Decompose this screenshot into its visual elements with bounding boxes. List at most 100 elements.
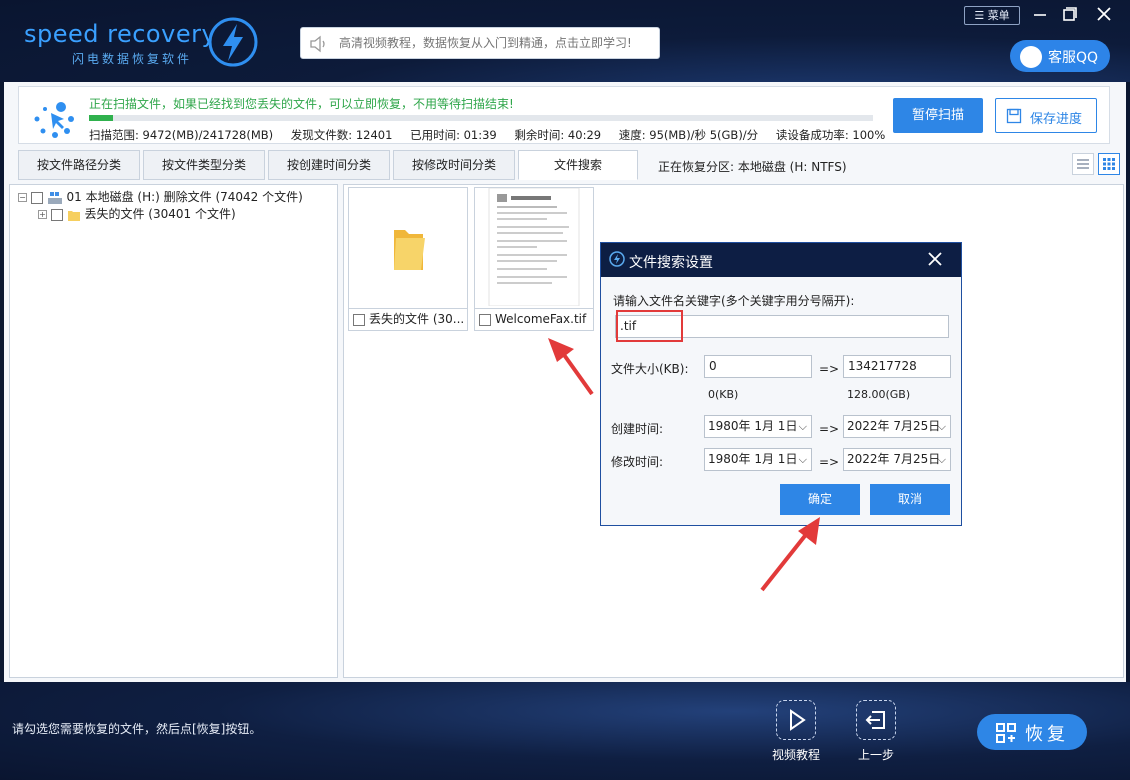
created-from-value: 1980年 1月 1日 <box>708 419 798 433</box>
recover-button[interactable]: 恢复 <box>977 714 1087 750</box>
tutorial-search-input[interactable] <box>339 33 654 53</box>
modified-arrow: => <box>819 455 840 469</box>
maximize-icon[interactable] <box>1060 4 1080 24</box>
list-view-icon[interactable] <box>1072 153 1094 175</box>
file-thumb-lost-folder[interactable]: 丢失的文件 (30... <box>348 187 468 331</box>
document-thumbnail <box>475 187 593 307</box>
footer-tip: 请勾选您需要恢复的文件，然后点[恢复]按钮。 <box>12 722 262 736</box>
dialog-title: 文件搜索设置 <box>629 255 713 271</box>
modified-to-select[interactable]: 2022年 7月25日 ⌵ <box>843 448 951 471</box>
created-arrow: => <box>819 422 840 436</box>
save-progress-button[interactable]: 保存进度 <box>995 98 1097 133</box>
menu-icon: ☰ <box>974 9 985 22</box>
tree-child-checkbox[interactable] <box>50 208 63 221</box>
app-logo: speed recovery 闪电数据恢复软件 <box>22 16 267 72</box>
scan-progress-bar <box>89 115 873 121</box>
size-min-input[interactable]: 0 <box>704 355 812 378</box>
file-name: 丢失的文件 (30... <box>369 312 465 326</box>
read-success-rate: 读设备成功率: 100% <box>775 128 886 142</box>
previous-step-label: 上一步 <box>857 748 894 762</box>
expand-icon[interactable]: + <box>38 210 47 219</box>
video-tutorial-button[interactable]: 视频教程 <box>766 700 826 763</box>
created-to-value: 2022年 7月25日 <box>847 419 941 433</box>
logo-text: speed recovery <box>24 20 217 48</box>
tree-child-label: 丢失的文件 (30401 个文件) <box>84 207 236 221</box>
chevron-down-icon: ⌵ <box>798 453 807 466</box>
play-icon <box>776 700 816 740</box>
qq-icon <box>1020 46 1042 68</box>
speaker-icon <box>310 35 325 53</box>
scan-stats: 扫描范围: 9472(MB)/241728(MB) 发现文件数: 12401 已… <box>89 127 899 143</box>
app-small-logo-icon <box>609 251 625 267</box>
dialog-close-icon[interactable] <box>927 251 943 267</box>
pause-scan-button[interactable]: 暂停扫描 <box>893 98 983 133</box>
tab-file-search[interactable]: 文件搜索 <box>518 150 638 180</box>
grid-view-icon[interactable] <box>1098 153 1120 175</box>
lightning-icon <box>208 17 258 67</box>
folder-thumbnail <box>349 188 467 306</box>
chevron-down-icon: ⌵ <box>937 453 946 466</box>
partition-info: 正在恢复分区: 本地磁盘 (H: NTFS) <box>658 160 847 174</box>
recover-grid-icon <box>996 723 1016 743</box>
size-min-unit: 0(KB) <box>708 388 739 401</box>
save-progress-label: 保存进度 <box>1030 112 1083 127</box>
scan-status-message: 正在扫描文件，如果已经找到您丢失的文件，可以立即恢复，不用等待扫描结束! <box>89 97 514 111</box>
folder-tree: − 01 本地磁盘 (H:) 删除文件 (74042 个文件) + 丢失的文件 … <box>9 184 338 678</box>
size-arrow: => <box>819 362 840 376</box>
file-checkbox[interactable] <box>353 313 365 326</box>
save-icon <box>1006 108 1022 124</box>
minimize-icon[interactable] <box>1030 4 1050 24</box>
modified-from-select[interactable]: 1980年 1月 1日 ⌵ <box>704 448 812 471</box>
tree-root-label: 01 本地磁盘 (H:) 删除文件 (74042 个文件) <box>66 190 303 204</box>
tree-root-checkbox[interactable] <box>30 191 43 204</box>
ok-button[interactable]: 确定 <box>780 484 860 515</box>
created-from-select[interactable]: 1980年 1月 1日 ⌵ <box>704 415 812 438</box>
size-label: 文件大小(KB): <box>611 362 689 376</box>
file-thumb-welcomefax[interactable]: WelcomeFax.tif <box>474 187 594 331</box>
created-to-select[interactable]: 2022年 7月25日 ⌵ <box>843 415 951 438</box>
file-name: WelcomeFax.tif <box>495 312 587 326</box>
size-max-unit: 128.00(GB) <box>847 388 911 401</box>
file-caption: WelcomeFax.tif <box>475 308 593 330</box>
close-icon[interactable] <box>1094 4 1114 24</box>
back-icon <box>856 700 896 740</box>
tab-by-modified-time[interactable]: 按修改时间分类 <box>393 150 515 180</box>
previous-step-button[interactable]: 上一步 <box>846 700 906 763</box>
menu-label: 菜单 <box>987 9 1010 22</box>
logo-subtitle: 闪电数据恢复软件 <box>72 52 193 66</box>
qq-label: 客服QQ <box>1048 50 1099 66</box>
elapsed-time: 已用时间: 01:39 <box>410 128 497 142</box>
fax-document-preview <box>488 187 580 307</box>
folder-icon <box>67 210 80 221</box>
scan-speed: 速度: 95(MB)/秒 5(GB)/分 <box>618 128 759 142</box>
scan-progress-fill <box>89 115 113 121</box>
large-folder-icon <box>394 230 425 270</box>
app-header: speed recovery 闪电数据恢复软件 ☰ 菜单 客服QQ <box>0 0 1130 82</box>
customer-service-qq-button[interactable]: 客服QQ <box>1010 40 1110 72</box>
tree-item-root[interactable]: − 01 本地磁盘 (H:) 删除文件 (74042 个文件) <box>18 188 303 205</box>
modified-time-label: 修改时间: <box>611 455 664 469</box>
tab-by-created-time[interactable]: 按创建时间分类 <box>268 150 390 180</box>
modified-to-value: 2022年 7月25日 <box>847 452 941 466</box>
modified-from-value: 1980年 1月 1日 <box>708 452 798 466</box>
recover-label: 恢复 <box>1025 724 1069 745</box>
scan-range: 扫描范围: 9472(MB)/241728(MB) <box>89 128 274 142</box>
tab-by-path[interactable]: 按文件路径分类 <box>18 150 140 180</box>
scanning-icon <box>34 102 74 138</box>
collapse-icon[interactable]: − <box>18 193 27 202</box>
tree-item-lost-files[interactable]: + 丢失的文件 (30401 个文件) <box>38 205 236 222</box>
scan-progress-card: 正在扫描文件，如果已经找到您丢失的文件，可以立即恢复，不用等待扫描结束! 扫描范… <box>18 86 1110 144</box>
file-checkbox[interactable] <box>479 313 491 326</box>
dialog-title-bar: 文件搜索设置 <box>601 243 961 277</box>
chevron-down-icon: ⌵ <box>798 420 807 433</box>
app-footer: 请勾选您需要恢复的文件，然后点[恢复]按钮。 视频教程 上一步 恢复 <box>0 682 1130 780</box>
video-tutorial-label: 视频教程 <box>771 748 820 762</box>
cancel-button[interactable]: 取消 <box>870 484 950 515</box>
tutorial-search-box[interactable] <box>300 27 660 59</box>
menu-button[interactable]: ☰ 菜单 <box>964 6 1020 25</box>
found-count: 发现文件数: 12401 <box>290 128 393 142</box>
file-search-dialog: 文件搜索设置 请输入文件名关键字(多个关键字用分号隔开): .tif 文件大小(… <box>600 242 962 526</box>
size-max-input[interactable]: 134217728 <box>843 355 951 378</box>
tab-by-type[interactable]: 按文件类型分类 <box>143 150 265 180</box>
created-time-label: 创建时间: <box>611 422 664 436</box>
